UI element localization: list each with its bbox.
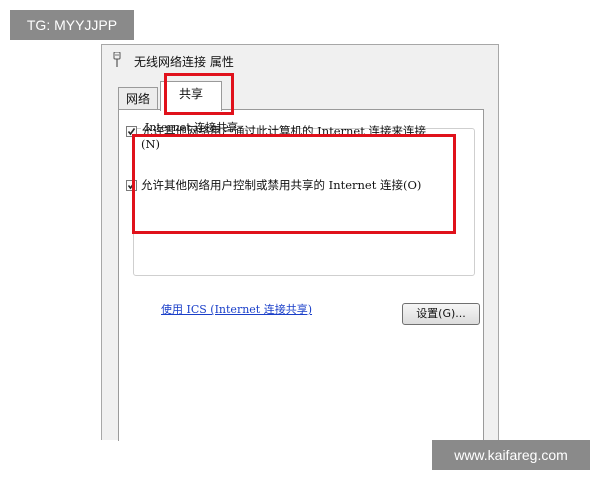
ics-help-link[interactable]: 使用 ICS (Internet 连接共享) — [161, 301, 312, 317]
highlight-sharing-tab — [164, 73, 234, 115]
title-bar: 无线网络连接 属性 — [102, 45, 498, 77]
highlight-sharing-options — [132, 134, 456, 234]
network-adapter-icon — [113, 52, 121, 67]
watermark-top: TG: MYYJJPP — [10, 10, 134, 40]
settings-button[interactable]: 设置(G)... — [402, 303, 480, 325]
tab-network[interactable]: 网络 — [118, 87, 158, 109]
dialog-title: 无线网络连接 属性 — [134, 55, 234, 69]
watermark-bottom: www.kaifareg.com — [432, 440, 590, 470]
properties-dialog: 无线网络连接 属性 网络 共享 Internet 连接共享 使用 ICS (In… — [101, 44, 499, 441]
